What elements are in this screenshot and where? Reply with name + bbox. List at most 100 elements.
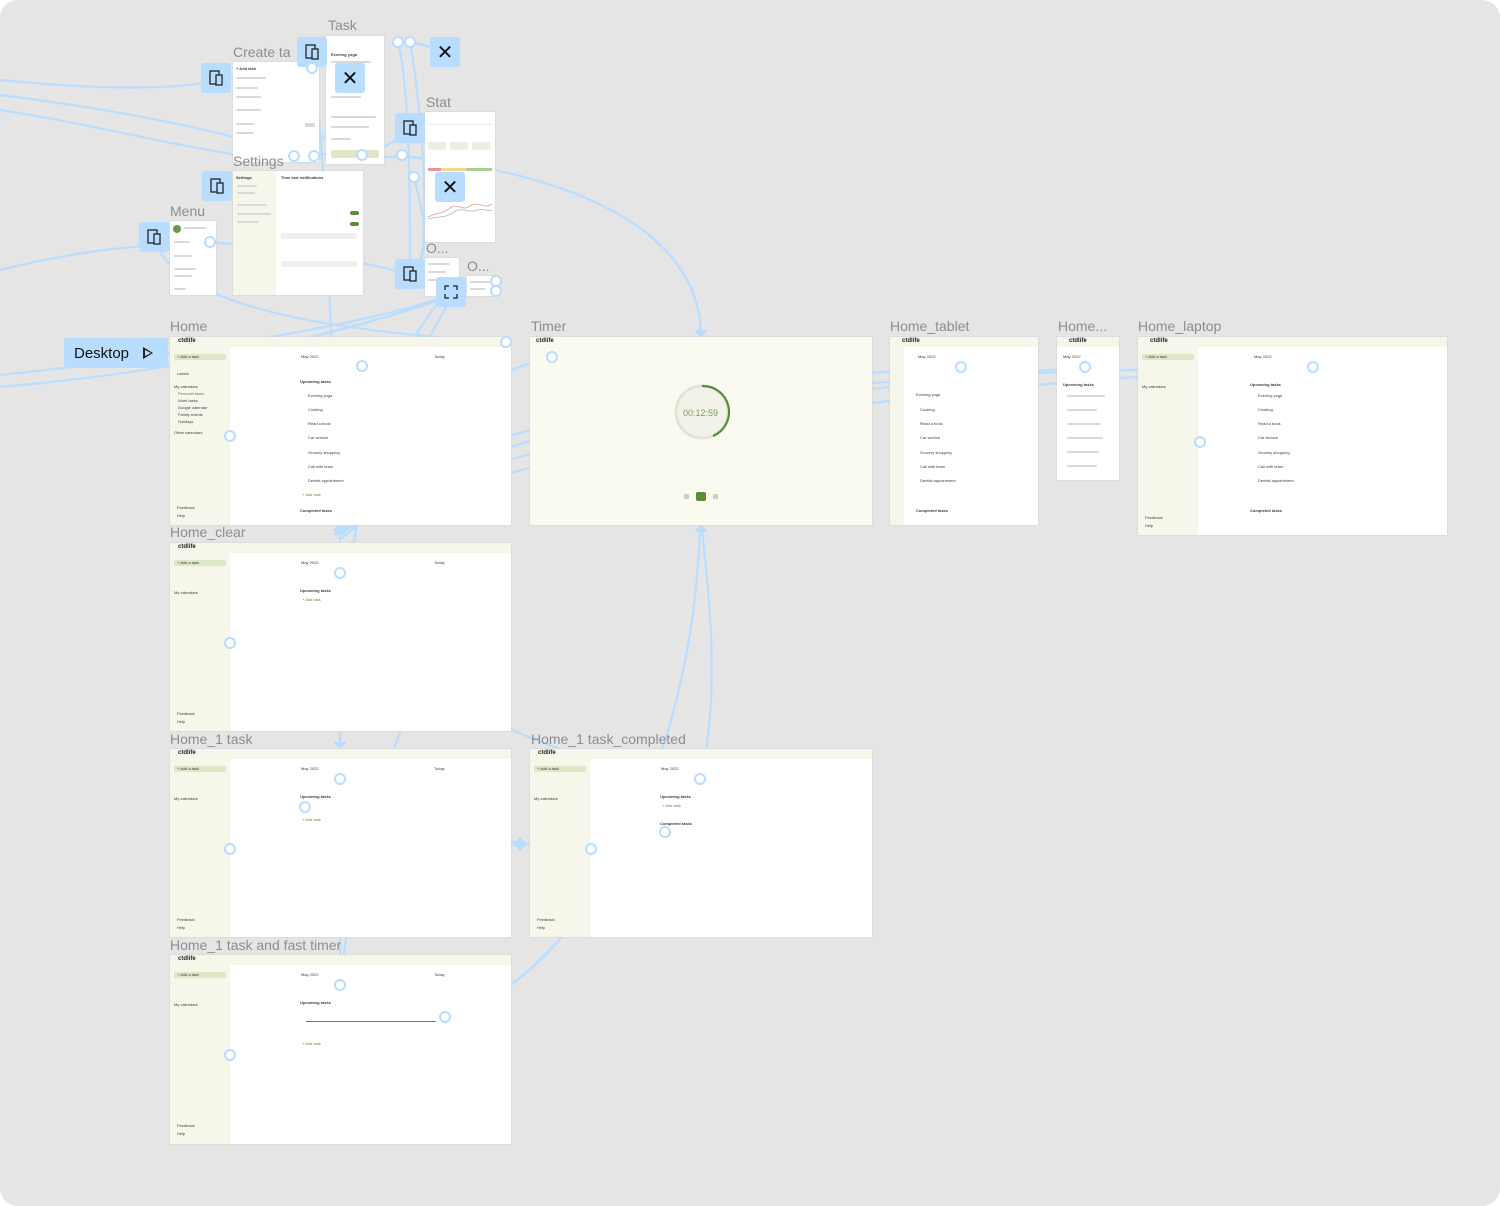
task-item[interactable]: Car service xyxy=(920,435,940,440)
toggle-on[interactable] xyxy=(350,222,359,226)
calendar-item[interactable]: Family events xyxy=(178,412,203,417)
connection-node[interactable] xyxy=(659,826,671,838)
add-task-link[interactable]: + Add task xyxy=(302,1041,321,1046)
feedback-link[interactable]: Feedback xyxy=(177,505,195,510)
task-item[interactable]: Grocery shopping xyxy=(308,450,340,455)
timer-play-button[interactable] xyxy=(696,492,706,501)
connection-node[interactable] xyxy=(694,773,706,785)
connection-node[interactable] xyxy=(439,1011,451,1023)
connection-node[interactable] xyxy=(334,979,346,991)
connection-node[interactable] xyxy=(356,360,368,372)
task-row[interactable] xyxy=(1067,395,1105,397)
device-button[interactable] xyxy=(201,63,231,93)
calendar-item[interactable]: Holidays xyxy=(178,419,193,424)
help-link[interactable]: Help xyxy=(1145,523,1153,528)
feedback-link[interactable]: Feedback xyxy=(1145,515,1163,520)
connection-node[interactable] xyxy=(396,149,408,161)
timer-stop-button[interactable] xyxy=(684,494,689,499)
connection-node[interactable] xyxy=(356,149,368,161)
today-button[interactable]: Today xyxy=(434,560,445,565)
add-task-link[interactable]: + Add task xyxy=(302,597,321,602)
task-row[interactable] xyxy=(1067,451,1099,453)
task-item[interactable]: Read a book xyxy=(920,421,943,426)
task-item[interactable]: Dentist appointment xyxy=(308,478,344,483)
frame-home-mobile[interactable]: ctdlife May 2022 Upcoming tasks xyxy=(1057,337,1119,480)
desktop-start-button[interactable]: Desktop xyxy=(64,338,168,368)
connection-node[interactable] xyxy=(224,843,236,855)
help-link[interactable]: Help xyxy=(177,1131,185,1136)
frame-create-task[interactable]: + Add task xyxy=(233,62,319,162)
help-link[interactable]: Help xyxy=(537,925,545,930)
connection-node[interactable] xyxy=(204,236,216,248)
frame-home[interactable]: ctdlife + Add a task Labels My calendars… xyxy=(170,337,511,525)
connection-node[interactable] xyxy=(299,801,311,813)
connection-node[interactable] xyxy=(1307,361,1319,373)
frame-menu[interactable] xyxy=(170,221,216,295)
connection-node[interactable] xyxy=(1079,361,1091,373)
task-item[interactable]: Cooking xyxy=(1258,407,1273,412)
frame-timer[interactable]: ctdlife 00:12:59 xyxy=(530,337,872,525)
calendar-item[interactable]: Work tasks xyxy=(178,398,198,403)
connection-node[interactable] xyxy=(490,285,502,297)
input-field[interactable] xyxy=(281,233,357,239)
close-button[interactable]: ✕ xyxy=(435,172,465,202)
device-button[interactable] xyxy=(202,171,232,201)
task-item[interactable]: Read a book xyxy=(308,421,331,426)
connection-node[interactable] xyxy=(392,36,404,48)
connection-node[interactable] xyxy=(585,843,597,855)
device-button[interactable] xyxy=(139,222,169,252)
calendar-item[interactable]: Personal tasks xyxy=(178,391,204,396)
connection-node[interactable] xyxy=(308,150,320,162)
connection-node[interactable] xyxy=(224,430,236,442)
calendar-item[interactable]: Google calendar xyxy=(178,405,207,410)
task-row[interactable] xyxy=(1067,437,1103,439)
connection-node[interactable] xyxy=(306,62,318,74)
task-item[interactable]: Grocery shopping xyxy=(920,450,952,455)
task-item[interactable]: Grocery shopping xyxy=(1258,450,1290,455)
today-button[interactable]: Today xyxy=(434,766,445,771)
connection-node[interactable] xyxy=(1194,436,1206,448)
task-item[interactable]: Car service xyxy=(308,435,328,440)
feedback-link[interactable]: Feedback xyxy=(537,917,555,922)
task-save-button[interactable] xyxy=(331,150,379,158)
add-task-link[interactable]: + Add task xyxy=(302,492,321,497)
today-button[interactable]: Today xyxy=(434,354,445,359)
connection-node[interactable] xyxy=(224,1049,236,1061)
task-item[interactable]: Evening yoga xyxy=(308,393,332,398)
connection-node[interactable] xyxy=(288,150,300,162)
task-item[interactable]: Call with team xyxy=(308,464,333,469)
connection-node[interactable] xyxy=(955,361,967,373)
task-item[interactable]: Car service xyxy=(1258,435,1278,440)
connection-node[interactable] xyxy=(334,567,346,579)
help-link[interactable]: Help xyxy=(177,925,185,930)
connection-node[interactable] xyxy=(408,171,420,183)
task-item[interactable]: Call with team xyxy=(920,464,945,469)
today-button[interactable]: Today xyxy=(434,972,445,977)
labels-item[interactable]: Labels xyxy=(177,371,189,376)
add-task-link[interactable]: + Add task xyxy=(662,803,681,808)
feedback-link[interactable]: Feedback xyxy=(177,917,195,922)
add-task-link[interactable]: + Add task xyxy=(302,817,321,822)
task-row[interactable] xyxy=(1067,465,1097,467)
frame-settings[interactable]: Settings Time and notifications xyxy=(233,171,363,295)
close-button[interactable]: ✕ xyxy=(430,37,460,67)
task-item[interactable]: Cooking xyxy=(920,407,935,412)
connection-node[interactable] xyxy=(404,36,416,48)
device-button[interactable] xyxy=(395,259,425,289)
device-button[interactable] xyxy=(436,277,466,307)
task-item[interactable]: Evening yoga xyxy=(1258,393,1282,398)
input-field[interactable] xyxy=(281,261,357,267)
task-item[interactable]: Read a book xyxy=(1258,421,1281,426)
connection-node[interactable] xyxy=(546,351,558,363)
toggle[interactable] xyxy=(305,123,315,127)
frame-home-laptop[interactable]: ctdlife + Add a task My calendars May 20… xyxy=(1138,337,1447,535)
task-item[interactable]: Call with team xyxy=(1258,464,1283,469)
task-row[interactable] xyxy=(1067,409,1097,411)
connection-node[interactable] xyxy=(224,637,236,649)
help-link[interactable]: Help xyxy=(177,719,185,724)
feedback-link[interactable]: Feedback xyxy=(177,1123,195,1128)
connection-node[interactable] xyxy=(500,336,512,348)
connection-node[interactable] xyxy=(334,773,346,785)
help-link[interactable]: Help xyxy=(177,513,185,518)
timer-skip-button[interactable] xyxy=(713,494,718,499)
